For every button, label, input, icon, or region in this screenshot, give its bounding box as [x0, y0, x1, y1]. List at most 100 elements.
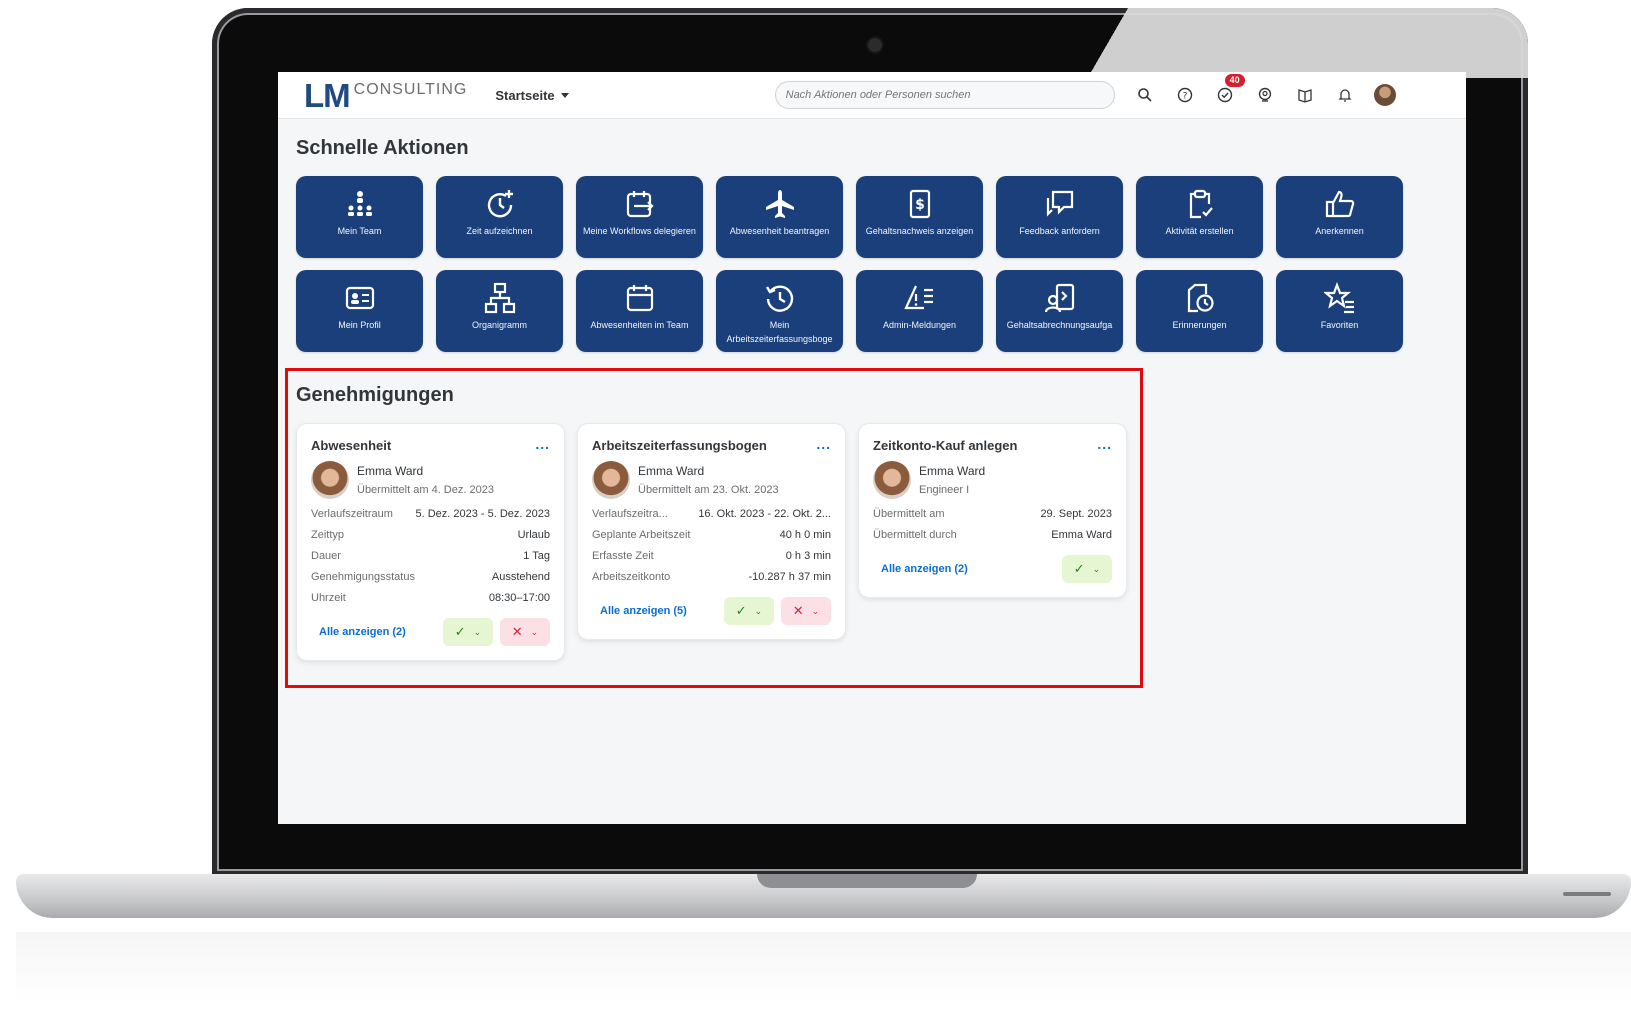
support-icon[interactable] — [1245, 80, 1285, 110]
requester-subtitle: Übermittelt am 4. Dez. 2023 — [357, 484, 494, 496]
todo-badge: 40 — [1224, 74, 1245, 87]
more-options-icon[interactable]: ... — [1097, 436, 1112, 452]
show-all-link[interactable]: Alle anzeigen (2) — [319, 626, 406, 638]
company-logo[interactable]: LM CONSULTING — [304, 77, 468, 114]
tile-abwesenheit-beantragen[interactable]: Abwesenheit beantragen — [716, 176, 843, 258]
tile-label: Zeit aufzeichnen — [466, 226, 533, 236]
attribute-row: Zeittyp Urlaub — [311, 529, 550, 541]
attribute-label: Zeittyp — [311, 529, 345, 541]
tile-label: Anerkennen — [1315, 226, 1364, 236]
card-actions: Alle anzeigen (5) ✓ ⌄ ✕ ⌄ — [592, 597, 831, 625]
thumbs-up-icon — [1325, 190, 1354, 218]
avatar — [592, 461, 630, 499]
tile-label: Aktivität erstellen — [1165, 226, 1234, 236]
card-title: Zeitkonto-Kauf anlegen — [873, 438, 1018, 453]
tile-zeit-aufzeichnen[interactable]: Zeit aufzeichnen — [436, 176, 563, 258]
tile-gehaltsabrechnungsaufgaben[interactable]: Gehaltsabrechnungsaufga — [996, 270, 1123, 352]
team-icon — [347, 191, 372, 216]
tile-mein-team[interactable]: Mein Team — [296, 176, 423, 258]
more-options-icon[interactable]: ... — [535, 436, 550, 452]
home-menu-label: Startseite — [495, 87, 555, 103]
approval-card-time-account[interactable]: Zeitkonto-Kauf anlegen ... Emma Ward Eng… — [859, 424, 1126, 597]
tile-admin-meldungen[interactable]: Admin-Meldungen — [856, 270, 983, 352]
attribute-row: Geplante Arbeitszeit 40 h 0 min — [592, 529, 831, 541]
logo-sub: CONSULTING — [353, 81, 468, 98]
alert-list-icon — [903, 285, 933, 310]
user-avatar[interactable] — [1365, 80, 1405, 110]
requester: Emma Ward Engineer I — [873, 461, 1112, 499]
tile-anerkennen[interactable]: Anerkennen — [1276, 176, 1403, 258]
tile-aktivitaet-erstellen[interactable]: Aktivität erstellen — [1136, 176, 1263, 258]
check-icon: ✓ — [1073, 561, 1085, 576]
webcam — [868, 38, 882, 52]
approvals-title: Genehmigungen — [296, 384, 454, 406]
tile-mein-profil[interactable]: Mein Profil — [296, 270, 423, 352]
tile-workflows-delegieren[interactable]: Meine Workflows delegieren — [576, 176, 703, 258]
more-options-icon[interactable]: ... — [816, 436, 831, 452]
logo-main: LM — [304, 77, 351, 114]
tile-label: Feedback anfordern — [1019, 226, 1100, 236]
reject-button[interactable]: ✕ ⌄ — [500, 618, 550, 646]
requester-name: Emma Ward — [919, 464, 986, 478]
caret-down-icon — [560, 92, 569, 98]
svg-text:$: $ — [915, 197, 925, 213]
chevron-down-icon: ⌄ — [811, 605, 820, 616]
chevron-down-icon: ⌄ — [473, 626, 482, 637]
requester-subtitle: Engineer I — [919, 484, 970, 496]
calendar-delegate-icon — [626, 191, 654, 218]
home-menu-button[interactable]: Startseite — [495, 87, 569, 103]
avatar — [311, 461, 349, 499]
show-all-link[interactable]: Alle anzeigen (5) — [600, 605, 687, 617]
tile-feedback-anfordern[interactable]: Feedback anfordern — [996, 176, 1123, 258]
close-icon: ✕ — [792, 603, 804, 618]
tile-favoriten[interactable]: Favoriten — [1276, 270, 1403, 352]
approve-button[interactable]: ✓ ⌄ — [443, 618, 493, 646]
attribute-value: 0 h 3 min — [785, 550, 831, 562]
attribute-value: Ausstehend — [491, 571, 550, 583]
tile-label: Meine Workflows delegieren — [583, 226, 696, 236]
approve-button[interactable]: ✓ ⌄ — [724, 597, 774, 625]
search-icon[interactable] — [1125, 80, 1165, 110]
chevron-down-icon: ⌄ — [754, 605, 763, 616]
requester-name: Emma Ward — [638, 464, 705, 478]
show-all-link[interactable]: Alle anzeigen (2) — [881, 563, 968, 575]
base-port — [1563, 892, 1611, 896]
todo-icon[interactable]: 40 — [1205, 74, 1245, 110]
approval-card-absence[interactable]: Abwesenheit ... Emma Ward Übermittelt am… — [297, 424, 564, 660]
profile-card-icon — [345, 286, 374, 310]
shell-icons: ? 40 — [1125, 74, 1405, 110]
attribute-row: Verlaufszeitraum 5. Dez. 2023 - 5. Dez. 2… — [311, 508, 550, 520]
card-title: Abwesenheit — [311, 438, 392, 453]
card-actions: Alle anzeigen (2) ✓ ⌄ — [873, 555, 1112, 583]
attribute-value: 29. Sept. 2023 — [1040, 508, 1112, 520]
feedback-icon — [1046, 190, 1073, 217]
star-list-icon — [1323, 282, 1354, 314]
attribute-label: Arbeitszeitkonto — [592, 571, 671, 583]
tile-label: Abwesenheit beantragen — [729, 226, 830, 236]
approve-button[interactable]: ✓ ⌄ — [1062, 555, 1112, 583]
tile-label: Favoriten — [1320, 320, 1359, 330]
tile-label: Gehaltsnachweis anzeigen — [865, 226, 974, 236]
tile-erinnerungen[interactable]: Erinnerungen — [1136, 270, 1263, 352]
search-input[interactable] — [774, 81, 1115, 109]
reject-button[interactable]: ✕ ⌄ — [781, 597, 831, 625]
card-actions: Alle anzeigen (2) ✓ ⌄ ✕ ⌄ — [311, 618, 550, 646]
bezel-glare — [1068, 8, 1528, 78]
attribute-row: Verlaufszeitra... 16. Okt. 2023 - 22. Okt… — [592, 508, 831, 520]
clock-plus-icon — [487, 190, 513, 218]
learning-icon[interactable] — [1285, 80, 1325, 110]
help-icon[interactable]: ? — [1165, 80, 1205, 110]
tile-organigramm[interactable]: Organigramm — [436, 270, 563, 352]
tile-label: Gehaltsabrechnungsaufga — [1006, 320, 1113, 330]
tile-arbeitszeiterfassungsbogen[interactable]: Mein Arbeitszeiterfassungsboge — [716, 270, 843, 352]
tile-abwesenheiten-team[interactable]: Abwesenheiten im Team — [576, 270, 703, 352]
approval-card-timesheet[interactable]: Arbeitszeiterfassungsbogen ... Emma Ward… — [578, 424, 845, 639]
close-icon: ✕ — [511, 624, 523, 639]
requester-name: Emma Ward — [357, 464, 424, 478]
tile-gehaltsnachweis[interactable]: $ Gehaltsnachweis anzeigen — [856, 176, 983, 258]
attribute-value: 16. Okt. 2023 - 22. Okt. 2... — [698, 508, 831, 520]
airplane-icon — [765, 190, 794, 218]
chevron-down-icon: ⌄ — [530, 626, 539, 637]
laptop-lid: LM CONSULTING Startseite ? 40 — [212, 8, 1528, 876]
bell-icon[interactable] — [1325, 80, 1365, 110]
